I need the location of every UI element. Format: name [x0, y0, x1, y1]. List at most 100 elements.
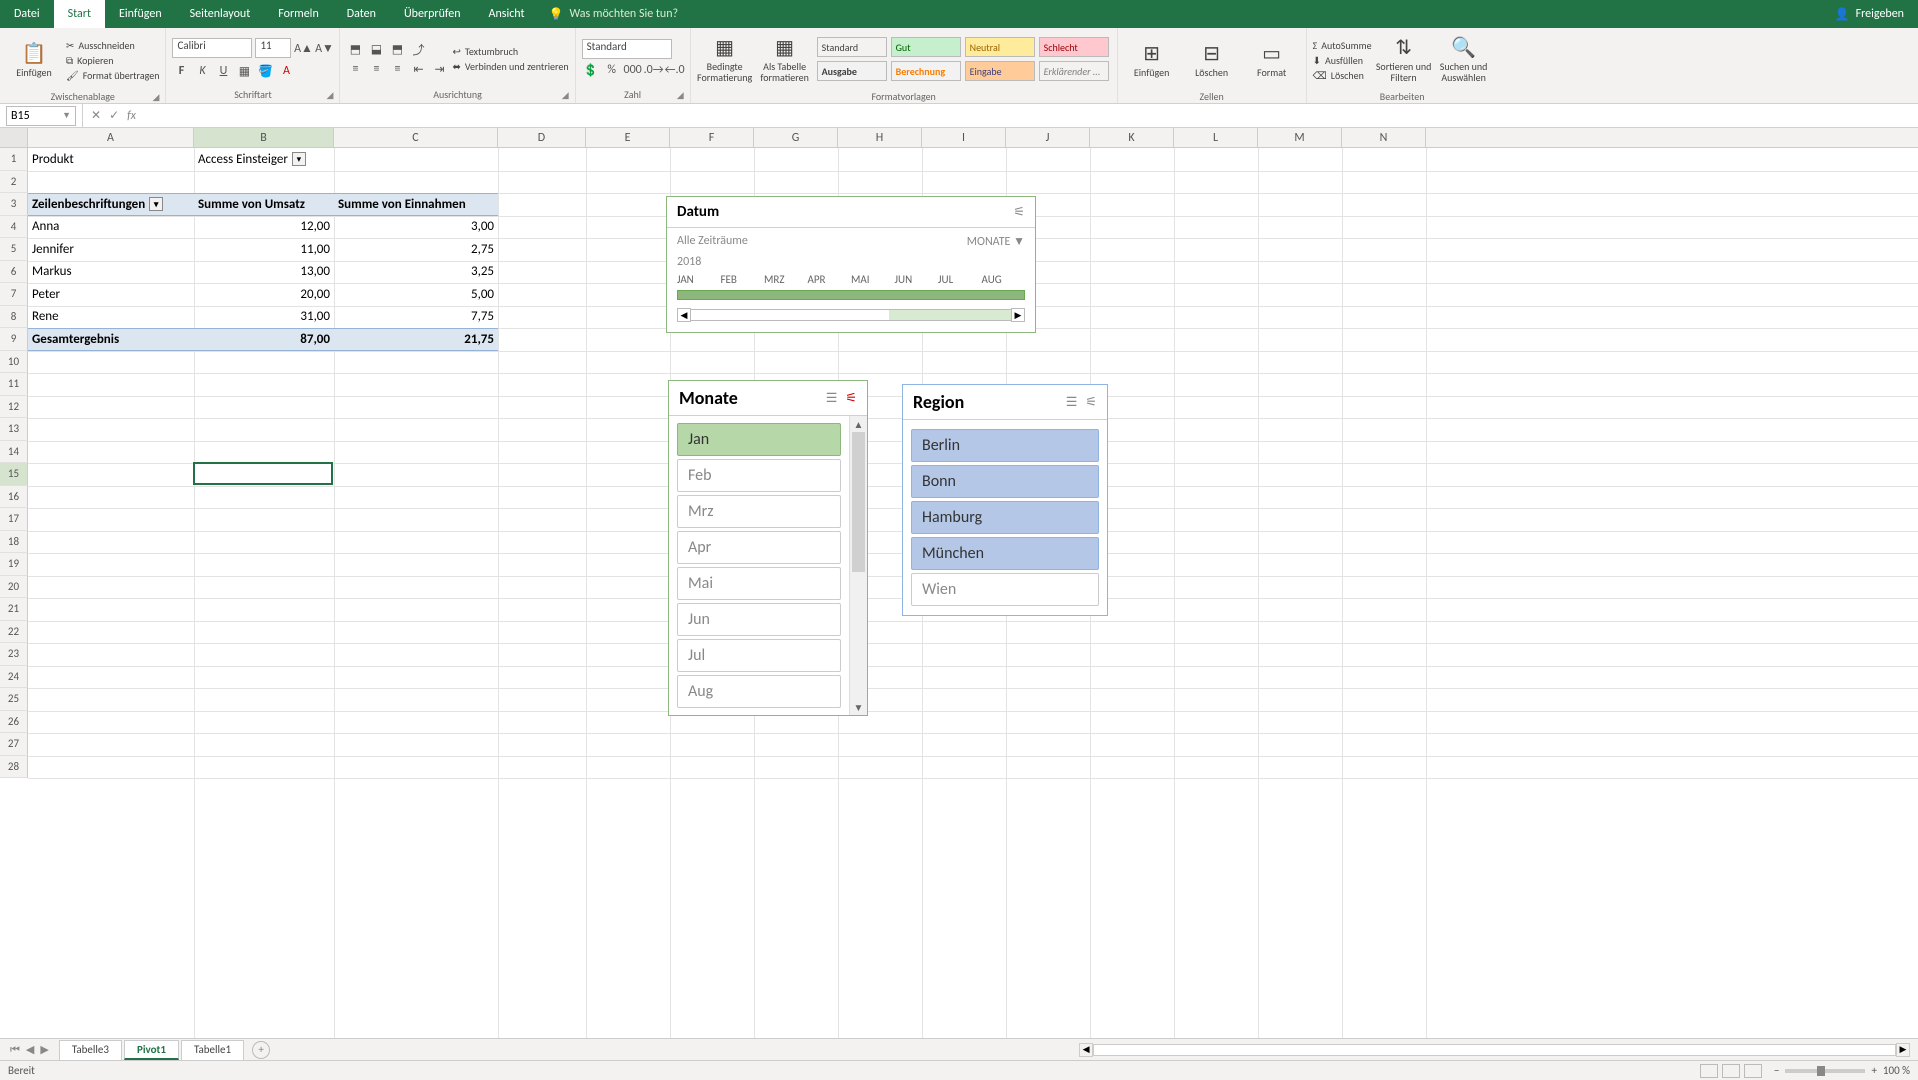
percent-icon[interactable]: % — [603, 61, 621, 79]
column-header[interactable]: H — [838, 128, 922, 147]
row-header[interactable]: 21 — [0, 598, 28, 621]
timeline-scroll-track[interactable] — [691, 309, 1011, 321]
page-layout-view-button[interactable] — [1722, 1064, 1740, 1078]
row-header[interactable]: 24 — [0, 666, 28, 689]
row-header[interactable]: 11 — [0, 373, 28, 396]
column-header[interactable]: B — [194, 128, 334, 147]
slicer-item[interactable]: Jan — [677, 423, 841, 456]
thousands-icon[interactable]: 000 — [624, 61, 642, 79]
paste-button[interactable]: 📋 Einfügen — [6, 30, 62, 90]
column-header[interactable]: N — [1342, 128, 1426, 147]
hscroll-track[interactable] — [1093, 1044, 1896, 1056]
tab-seitenlayout[interactable]: Seitenlayout — [176, 0, 265, 28]
cell[interactable]: Gesamtergebnis — [28, 328, 194, 351]
currency-icon[interactable]: 💲 — [582, 61, 600, 79]
normal-view-button[interactable] — [1700, 1064, 1718, 1078]
cell[interactable]: Markus — [28, 261, 194, 284]
slicer-item[interactable]: Berlin — [911, 429, 1099, 462]
share-button[interactable]: 👤 Freigeben — [1821, 0, 1918, 28]
ribbon-delete-button[interactable]: ⊟Löschen — [1184, 30, 1240, 90]
cancel-formula-icon[interactable]: ✕ — [91, 108, 101, 123]
clipboard-launcher-icon[interactable]: ◢ — [153, 92, 160, 103]
column-header[interactable]: E — [586, 128, 670, 147]
cell[interactable]: Anna — [28, 216, 194, 239]
cell[interactable]: 3,25 — [334, 261, 498, 284]
row-header[interactable]: 26 — [0, 711, 28, 734]
fill-button[interactable]: ⬇Ausfüllen — [1313, 54, 1372, 67]
row-header[interactable]: 3 — [0, 193, 28, 216]
sheet-tab[interactable]: Tabelle1 — [181, 1040, 244, 1060]
slicer-item[interactable]: Jun — [677, 603, 841, 636]
indent-decrease-icon[interactable]: ⇤ — [409, 60, 427, 78]
align-left-icon[interactable]: ≡ — [346, 60, 364, 78]
row-header[interactable]: 25 — [0, 688, 28, 711]
column-header[interactable]: I — [922, 128, 1006, 147]
ribbon-insert-button[interactable]: ⊞Einfügen — [1124, 30, 1180, 90]
column-header[interactable]: A — [28, 128, 194, 147]
clear-filter-icon[interactable]: ⚟ — [1085, 395, 1097, 410]
format-as-table-button[interactable]: ▦Als Tabelle formatieren — [757, 30, 813, 90]
row-header[interactable]: 7 — [0, 283, 28, 306]
row-header[interactable]: 19 — [0, 553, 28, 576]
cell-style-neutral[interactable]: Neutral — [965, 37, 1035, 57]
format-painter-button[interactable]: 🖌Format übertragen — [66, 69, 159, 82]
copy-button[interactable]: ⧉Kopieren — [66, 54, 159, 67]
clear-filter-icon[interactable]: ⚟ — [1013, 205, 1025, 220]
sheet-tab[interactable]: Pivot1 — [124, 1040, 179, 1060]
tab-formeln[interactable]: Formeln — [264, 0, 332, 28]
align-center-icon[interactable]: ≡ — [367, 60, 385, 78]
sheet-nav-next-icon[interactable]: ▶ — [40, 1043, 48, 1057]
slicer-item[interactable]: Aug — [677, 675, 841, 708]
row-header[interactable]: 20 — [0, 576, 28, 599]
cell-style-gut[interactable]: Gut — [891, 37, 961, 57]
indent-increase-icon[interactable]: ⇥ — [430, 60, 448, 78]
align-right-icon[interactable]: ≡ — [388, 60, 406, 78]
font-name-combo[interactable]: Calibri — [172, 38, 252, 58]
row-header[interactable]: 15 — [0, 463, 28, 486]
cell[interactable]: 31,00 — [194, 306, 334, 329]
slicer-monate[interactable]: Monate ☰ ⚟ JanFebMrzAprMaiJunJulAug ▲ ▼ — [668, 380, 868, 716]
cell[interactable]: 7,75 — [334, 306, 498, 329]
align-middle-icon[interactable]: ⬓ — [367, 40, 385, 58]
tab-ansicht[interactable]: Ansicht — [475, 0, 539, 28]
row-header[interactable]: 10 — [0, 351, 28, 374]
row-header[interactable]: 2 — [0, 171, 28, 194]
scroll-thumb[interactable] — [852, 432, 865, 572]
cell[interactable]: 3,00 — [334, 216, 498, 239]
align-bottom-icon[interactable]: ⬒ — [388, 40, 406, 58]
row-header[interactable]: 1 — [0, 148, 28, 171]
slicer-item[interactable]: Jul — [677, 639, 841, 672]
row-header[interactable]: 22 — [0, 621, 28, 644]
column-header[interactable]: J — [1006, 128, 1090, 147]
column-header[interactable]: G — [754, 128, 838, 147]
orientation-icon[interactable]: ⤴ — [409, 40, 427, 58]
column-header[interactable]: D — [498, 128, 586, 147]
slicer-item[interactable]: München — [911, 537, 1099, 570]
hscroll-left-icon[interactable]: ◀ — [1079, 1043, 1093, 1057]
slicer-region[interactable]: Region ☰ ⚟ BerlinBonnHamburgMünchenWien — [902, 384, 1108, 616]
filter-dropdown-icon[interactable]: ▾ — [292, 152, 306, 166]
tab-einfuegen[interactable]: Einfügen — [105, 0, 176, 28]
row-header[interactable]: 6 — [0, 261, 28, 284]
timeline-month-label[interactable]: MAI — [851, 273, 895, 286]
timeline-level-selector[interactable]: MONATE ▼ — [967, 234, 1025, 249]
scroll-down-icon[interactable]: ▼ — [850, 699, 867, 715]
scroll-up-icon[interactable]: ▲ — [850, 416, 867, 432]
sheet-nav-first-icon[interactable]: ⏮ — [10, 1043, 20, 1057]
tab-datei[interactable]: Datei — [0, 0, 54, 28]
accept-formula-icon[interactable]: ✓ — [109, 108, 119, 123]
row-header[interactable]: 17 — [0, 508, 28, 531]
timeline-selection-bar[interactable] — [677, 290, 1025, 300]
font-color-button[interactable]: A — [277, 62, 295, 80]
column-header[interactable]: L — [1174, 128, 1258, 147]
slicer-item[interactable]: Apr — [677, 531, 841, 564]
timeline-month-label[interactable]: JUL — [938, 273, 982, 286]
cell[interactable]: Zeilenbeschriftungen▾ — [28, 193, 194, 216]
find-select-button[interactable]: 🔍Suchen und Auswählen — [1436, 30, 1492, 90]
font-size-combo[interactable]: 11 — [255, 38, 291, 58]
tab-start[interactable]: Start — [54, 0, 105, 28]
cell[interactable]: 5,00 — [334, 283, 498, 306]
column-header[interactable]: C — [334, 128, 498, 147]
underline-button[interactable]: U — [214, 62, 232, 80]
cell[interactable]: Produkt — [28, 148, 194, 171]
